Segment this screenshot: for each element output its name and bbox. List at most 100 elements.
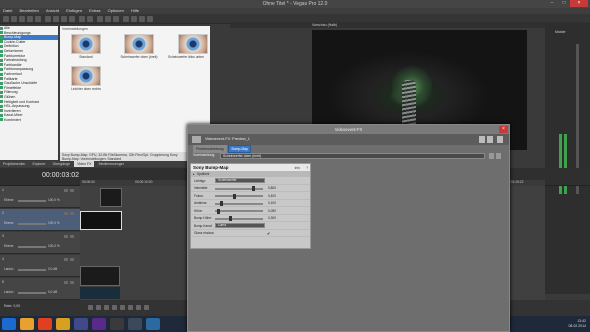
param-value[interactable]: 0,800: [268, 186, 276, 190]
bump-channel-dropdown[interactable]: Luma: [215, 223, 265, 228]
solo-icon[interactable]: [70, 258, 74, 261]
fx-chain-item-pixel-shift[interactable]: Pixelverschiebung: [193, 145, 227, 153]
play-icon[interactable]: [112, 305, 117, 310]
tab-video-fx[interactable]: Video FX: [74, 161, 95, 167]
autoripple-icon[interactable]: [105, 16, 111, 22]
param-slider-knob[interactable]: [228, 216, 232, 221]
param-value[interactable]: 0,050: [268, 209, 276, 213]
param-slider-knob[interactable]: [233, 193, 237, 199]
param-slider[interactable]: [215, 210, 263, 212]
param-value[interactable]: 0,300: [268, 216, 276, 220]
start-button[interactable]: [2, 318, 16, 330]
close-button[interactable]: ×: [570, 0, 588, 7]
new-icon[interactable]: [3, 16, 9, 22]
snap-icon[interactable]: [97, 16, 103, 22]
light-type-dropdown[interactable]: Scheinwerfer: [215, 178, 265, 183]
track-header[interactable]: 3 Ebene: 100,0 %: [0, 232, 80, 254]
preview-quality-dropdown[interactable]: Vorschau (Halb): [312, 23, 337, 27]
app-icon[interactable]: [110, 318, 124, 330]
remove-fx-icon[interactable]: [487, 136, 493, 143]
mute-icon[interactable]: [64, 281, 68, 284]
go-to-end-icon[interactable]: [144, 305, 149, 310]
video-event[interactable]: [100, 188, 122, 207]
chrome-icon[interactable]: [56, 318, 70, 330]
save-preset-icon[interactable]: [497, 136, 503, 143]
tab-media-generators[interactable]: Medienerzeuger: [96, 161, 127, 167]
selection-tool-icon[interactable]: [139, 16, 145, 22]
track-volume-slider[interactable]: [18, 269, 46, 271]
redo-icon[interactable]: [87, 16, 93, 22]
param-slider[interactable]: [215, 187, 263, 190]
undo-icon[interactable]: [79, 16, 85, 22]
param-slider[interactable]: [215, 195, 263, 197]
param-slider-knob[interactable]: [219, 201, 223, 206]
envelope-tool-icon[interactable]: [131, 16, 137, 22]
video-event-selected[interactable]: [80, 211, 122, 230]
tree-item[interactable]: Kombiniert: [0, 118, 58, 123]
solo-icon[interactable]: [70, 235, 74, 238]
tab-explorer[interactable]: Explorer: [30, 161, 49, 167]
maximize-button[interactable]: □: [558, 0, 570, 7]
save-icon[interactable]: [19, 16, 25, 22]
cut-icon[interactable]: [45, 16, 51, 22]
preset-thumbnail[interactable]: [124, 34, 154, 54]
obs-icon[interactable]: [74, 318, 88, 330]
app-icon[interactable]: [128, 318, 142, 330]
tab-transitions[interactable]: Übergänge: [50, 161, 73, 167]
play-from-start-icon[interactable]: [104, 305, 109, 310]
open-icon[interactable]: [11, 16, 17, 22]
edit-tool-icon[interactable]: [123, 16, 129, 22]
record-icon[interactable]: [88, 305, 93, 310]
track-header[interactable]: 1 Ebene: 100,0 %: [0, 186, 80, 208]
track-header-selected[interactable]: 2 Ebene: 100,0 %: [0, 209, 80, 231]
track-level-slider[interactable]: [18, 246, 46, 248]
lock-icon[interactable]: [113, 16, 119, 22]
param-value[interactable]: 0,100: [268, 201, 276, 205]
track-volume-slider[interactable]: [18, 292, 46, 294]
track-level-slider[interactable]: [18, 223, 46, 225]
gloss-checkbox[interactable]: ✔: [267, 231, 270, 236]
save-preset-button[interactable]: [489, 153, 494, 159]
plugin-chain-icon[interactable]: [479, 136, 485, 143]
render-icon[interactable]: [35, 16, 41, 22]
zoom-tool-icon[interactable]: [147, 16, 153, 22]
minimize-button[interactable]: –: [546, 0, 558, 7]
vegas-icon[interactable]: [146, 318, 160, 330]
info-link[interactable]: Info: [295, 166, 300, 170]
mute-icon[interactable]: [64, 212, 68, 215]
tab-project-media[interactable]: Projektmedien: [0, 161, 28, 167]
param-slider[interactable]: [215, 217, 263, 220]
explorer-icon[interactable]: [20, 318, 34, 330]
help-icon[interactable]: ?: [306, 166, 308, 170]
stop-icon[interactable]: [128, 305, 133, 310]
param-slider-knob[interactable]: [217, 208, 221, 214]
param-slider-knob[interactable]: [251, 186, 255, 191]
pause-icon[interactable]: [120, 305, 125, 310]
solo-icon[interactable]: [70, 212, 74, 215]
fx-chain-item-bump-map[interactable]: Bump-Map: [228, 145, 252, 153]
track-level-slider[interactable]: [18, 200, 46, 202]
preset-thumbnail[interactable]: [71, 66, 101, 86]
delete-preset-button[interactable]: [496, 153, 501, 159]
dialog-close-button[interactable]: ×: [499, 126, 508, 133]
solo-icon[interactable]: [70, 189, 74, 192]
audio-event[interactable]: [80, 287, 120, 299]
firefox-icon[interactable]: [38, 318, 52, 330]
audio-track-header[interactable]: 4 Lautst.: 0,0 dB: [0, 255, 80, 277]
solo-icon[interactable]: [70, 281, 74, 284]
loop-icon[interactable]: [96, 305, 101, 310]
param-value[interactable]: 0,400: [268, 194, 276, 198]
audio-track-header[interactable]: 5 Lautst.: 0,0 dB: [0, 278, 80, 300]
mute-icon[interactable]: [64, 235, 68, 238]
properties-icon[interactable]: [27, 16, 33, 22]
mute-icon[interactable]: [64, 189, 68, 192]
preset-dropdown[interactable]: Scheinwerfer oben (breit): [220, 153, 485, 159]
mute-icon[interactable]: [64, 258, 68, 261]
delete-icon[interactable]: [69, 16, 75, 22]
preset-thumbnail[interactable]: [71, 34, 101, 54]
preset-thumbnail[interactable]: [178, 34, 208, 54]
after-effects-icon[interactable]: [92, 318, 106, 330]
copy-icon[interactable]: [53, 16, 59, 22]
video-event[interactable]: [80, 266, 120, 286]
go-to-start-icon[interactable]: [136, 305, 141, 310]
